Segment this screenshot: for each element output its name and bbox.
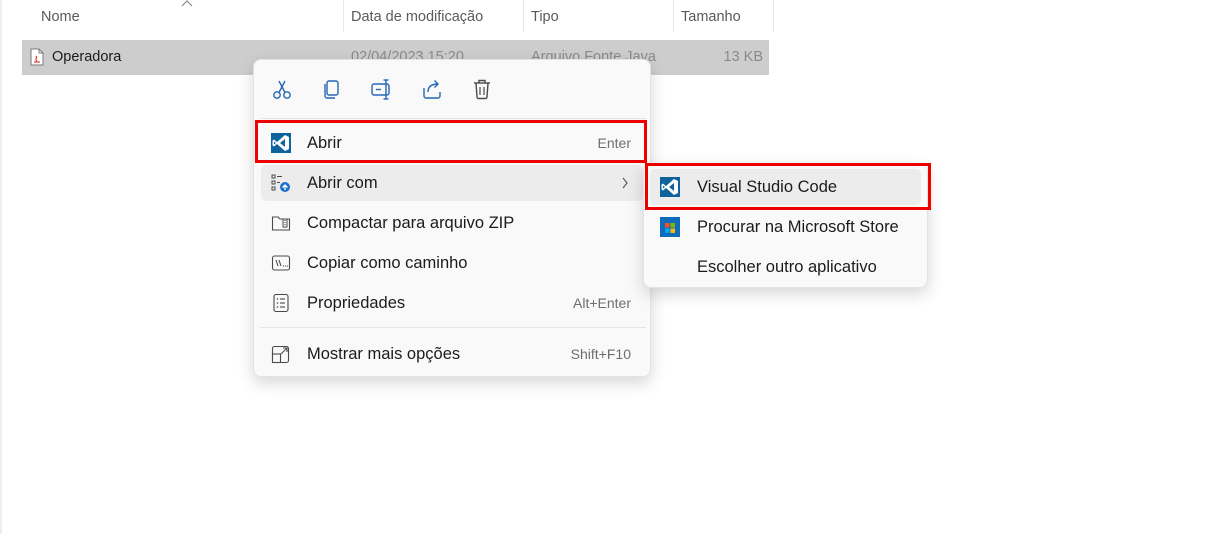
column-date-modified[interactable]: Data de modificação [351,0,521,34]
menu-separator [260,118,646,119]
file-size: 13 KB [723,49,764,65]
submenu-item-label: Visual Studio Code [697,178,838,196]
vscode-icon [271,133,291,153]
share-icon [423,80,441,99]
cut-button[interactable] [269,76,295,102]
column-divider[interactable] [343,0,344,32]
submenu-item-label: Escolher outro aplicativo [697,258,877,276]
quick-actions-bar [254,60,650,118]
menu-item-shortcut: Enter [597,135,631,151]
menu-item-label: Abrir com [307,174,378,192]
scissors-icon [273,80,291,99]
properties-icon [273,293,289,313]
open-with-icon [271,174,290,192]
rename-button[interactable] [369,76,395,102]
zip-icon [271,216,291,231]
submenu-item-microsoft-store[interactable]: Procurar na Microsoft Store [650,209,921,245]
menu-separator [260,327,646,328]
submenu-item-label: Procurar na Microsoft Store [697,218,899,236]
menu-item-show-more-options[interactable]: Mostrar mais opções Shift+F10 [261,336,643,372]
share-button[interactable] [419,76,445,102]
menu-item-label: Mostrar mais opções [307,345,461,363]
menu-item-compress-zip[interactable]: Compactar para arquivo ZIP [261,205,643,241]
vscode-icon [660,177,680,197]
copy-path-icon [271,255,291,271]
submenu-item-vscode[interactable]: Visual Studio Code [650,169,921,205]
column-type[interactable]: Tipo [531,0,671,34]
copy-icon [324,80,339,99]
column-header-bar: Nome Data de modificação Tipo Tamanho [0,0,775,34]
context-menu: Abrir Enter Abrir com Compactar para arq… [253,59,651,377]
menu-item-label: Abrir [307,134,342,152]
open-with-submenu: Visual Studio Code Procurar na Microsoft… [643,163,928,288]
menu-item-properties[interactable]: Propriedades Alt+Enter [261,285,643,321]
more-options-icon [271,345,290,364]
menu-item-label: Compactar para arquivo ZIP [307,214,515,232]
microsoft-store-icon [660,217,680,237]
trash-icon [474,79,490,100]
menu-item-label: Propriedades [307,294,406,312]
column-size[interactable]: Tamanho [681,0,771,34]
column-divider[interactable] [523,0,524,32]
window-left-edge [0,0,2,534]
menu-item-open[interactable]: Abrir Enter [261,125,643,161]
java-file-icon [30,48,44,66]
submenu-item-choose-other-app[interactable]: Escolher outro aplicativo [650,249,921,285]
column-name[interactable]: Nome [41,0,341,34]
chevron-right-icon [622,177,628,189]
column-divider[interactable] [673,0,674,32]
copy-button[interactable] [319,76,345,102]
rename-icon [371,79,390,100]
menu-item-shortcut: Alt+Enter [573,295,631,311]
menu-item-open-with[interactable]: Abrir com [261,165,643,201]
file-name: Operadora [52,49,122,65]
menu-item-copy-as-path[interactable]: Copiar como caminho [261,245,643,281]
delete-button[interactable] [469,76,495,102]
column-divider[interactable] [773,0,774,32]
menu-item-shortcut: Shift+F10 [570,346,631,362]
menu-item-label: Copiar como caminho [307,254,468,272]
